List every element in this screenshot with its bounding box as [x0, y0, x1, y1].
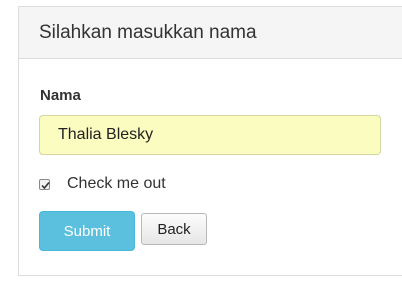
checkmark-icon: [41, 181, 50, 189]
panel-heading: Silahkan masukkan nama: [19, 7, 402, 59]
name-label: Nama: [40, 87, 81, 104]
check-me-out-checkbox[interactable]: [39, 178, 50, 190]
check-me-out-row[interactable]: Check me out: [39, 175, 166, 193]
check-me-out-label: Check me out: [67, 175, 166, 192]
submit-button[interactable]: Submit: [39, 211, 135, 251]
form-panel: Silahkan masukkan nama Nama Check me out…: [18, 6, 402, 276]
back-button[interactable]: Back: [141, 213, 207, 245]
name-input[interactable]: [39, 115, 381, 155]
